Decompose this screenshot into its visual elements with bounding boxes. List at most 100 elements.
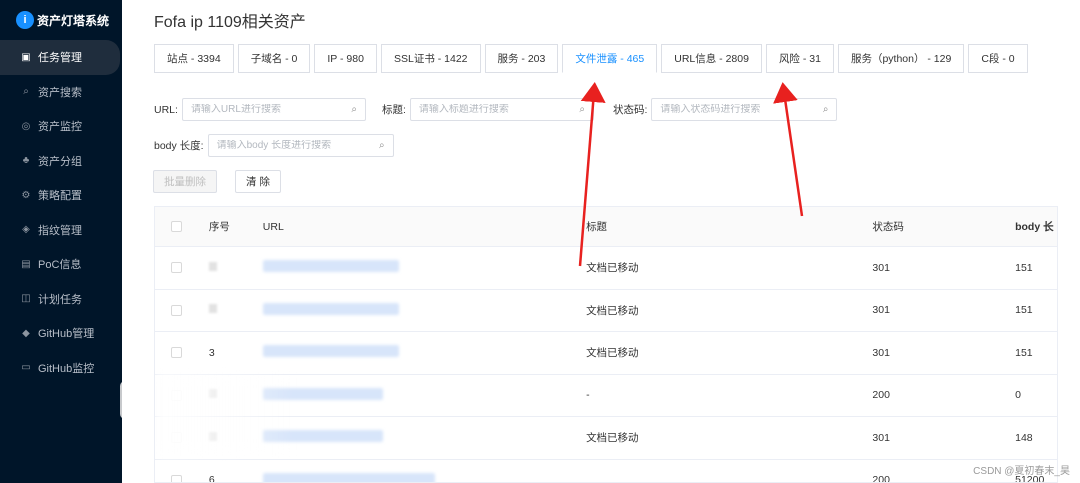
table-row: 3 文档已移动 301 151 (155, 332, 1057, 375)
clear-button[interactable]: 清 除 (235, 170, 281, 193)
fingerprint-icon: ◈ (22, 224, 30, 236)
brand[interactable]: i 资产灯塔系统 (0, 0, 122, 40)
sidebar-item-label: GitHub管理 (38, 328, 95, 341)
row-title: 文档已移动 (586, 432, 639, 445)
row-url-link[interactable] (262, 302, 586, 318)
row-index (199, 304, 263, 316)
tab-subdomains[interactable]: 子域名 - 0 (237, 44, 311, 73)
sidebar-item-label: 资产搜索 (38, 86, 82, 99)
row-checkbox[interactable] (171, 304, 183, 316)
tab-c-segment[interactable]: C段 - 0 (968, 44, 1028, 73)
asset-tabs: 站点 - 3394 子域名 - 0 IP - 980 SSL证书 - 1422 … (154, 44, 1032, 73)
brand-name: 资产灯塔系统 (37, 13, 110, 28)
status-search-input[interactable] (660, 104, 823, 115)
calendar-icon: ◫ (21, 293, 31, 305)
row-url-link[interactable] (262, 387, 586, 403)
row-status: 301 (872, 261, 890, 274)
row-title: 文档已移动 (586, 304, 639, 317)
row-body-length: 0 (1015, 389, 1021, 402)
watermark: CSDN @夏初春末_昊 (973, 466, 1070, 477)
search-icon[interactable]: ⌕ (379, 140, 385, 151)
row-checkbox[interactable] (171, 474, 183, 482)
body-length-filter: body 长度: ⌕ (154, 134, 394, 157)
row-checkbox[interactable] (171, 262, 183, 274)
title-filter-label: 标题: (382, 104, 406, 116)
header-body-length: body 长 (1015, 221, 1054, 233)
status-filter-label: 状态码: (613, 104, 648, 116)
sidebar-item-task-management[interactable]: ▣ 任务管理 (0, 40, 120, 75)
title-search-input[interactable] (418, 104, 580, 115)
row-url-link[interactable] (262, 260, 586, 275)
gear-icon: ⚙ (21, 189, 31, 201)
tab-services-python[interactable]: 服务（python） - 129 (837, 44, 965, 73)
main-content: Fofa ip 1109相关资产 站点 - 3394 子域名 - 0 IP - … (122, 0, 1080, 483)
sidebar-item-github-monitor[interactable]: ▭ GitHub监控 (0, 351, 122, 386)
row-index: 3 (208, 346, 215, 359)
screen-icon: ▭ (21, 362, 31, 374)
sidebar-item-asset-monitor[interactable]: ◎ 资产监控 (0, 109, 122, 144)
sidebar-item-poc-info[interactable]: ▤ PoC信息 (0, 247, 122, 282)
github-icon: ◆ (22, 327, 30, 339)
sidebar-item-label: PoC信息 (38, 259, 82, 272)
title-search-box[interactable]: ⌕ (409, 98, 594, 121)
row-status: 301 (872, 431, 890, 444)
row-checkbox[interactable] (171, 347, 183, 359)
tab-url-info[interactable]: URL信息 - 2809 (661, 44, 762, 73)
sidebar-item-label: 资产分组 (38, 155, 82, 168)
blur-overlay (155, 372, 295, 456)
url-search-input[interactable] (190, 104, 352, 115)
body-length-search-box[interactable]: ⌕ (207, 134, 394, 157)
row-index: 6 (208, 474, 215, 483)
row-body-length: 151 (1015, 261, 1033, 274)
select-all-checkbox[interactable] (171, 221, 183, 232)
status-filter: 状态码: ⌕ (613, 98, 838, 121)
tab-ssl-certs[interactable]: SSL证书 - 1422 (380, 44, 481, 73)
url-search-box[interactable]: ⌕ (181, 98, 366, 121)
row-url-link[interactable] (262, 472, 586, 482)
row-body-length: 151 (1015, 304, 1033, 317)
sidebar-item-scheduled-task[interactable]: ◫ 计划任务 (0, 282, 122, 317)
tab-risk[interactable]: 风险 - 31 (765, 44, 834, 73)
url-filter-label: URL: (154, 103, 178, 116)
sidebar-item-fingerprint[interactable]: ◈ 指纹管理 (0, 213, 122, 248)
sidebar-item-asset-group[interactable]: ♣ 资产分组 (0, 144, 122, 179)
row-url-link[interactable] (262, 345, 586, 360)
sidebar: i 资产灯塔系统 ▣ 任务管理 ⌕ 资产搜索 ◎ 资产监控 ♣ 资产分组 ⚙ 策… (0, 0, 122, 483)
table-row: 文档已移动 301 151 (155, 290, 1057, 332)
row-title: 文档已移动 (586, 347, 639, 360)
sidebar-item-label: GitHub监控 (38, 362, 95, 375)
row-title: 文档已移动 (586, 262, 639, 275)
body-length-search-input[interactable] (216, 140, 379, 151)
row-status: 301 (872, 346, 890, 359)
tab-services[interactable]: 服务 - 203 (484, 44, 559, 73)
url-filter: URL: ⌕ (154, 98, 366, 121)
sidebar-item-policy-config[interactable]: ⚙ 策略配置 (0, 178, 122, 213)
monitor-icon: ◎ (21, 120, 31, 132)
status-search-box[interactable]: ⌕ (651, 98, 838, 121)
search-icon: ⌕ (23, 86, 29, 98)
sidebar-item-asset-search[interactable]: ⌕ 资产搜索 (0, 75, 122, 110)
row-index (199, 261, 263, 274)
row-body-length: 151 (1015, 346, 1033, 359)
header-status: 状态码 (872, 221, 904, 233)
sidebar-item-label: 计划任务 (38, 293, 82, 306)
search-icon[interactable]: ⌕ (823, 104, 829, 115)
table-header: 序号 URL 标题 状态码 body 长 (155, 207, 1057, 247)
row-status: 301 (872, 304, 890, 317)
lighthouse-logo-icon: i (16, 11, 34, 29)
header-url: URL (262, 220, 284, 233)
batch-delete-button[interactable]: 批量删除 (153, 170, 217, 193)
sidebar-item-github-management[interactable]: ◆ GitHub管理 (0, 316, 122, 351)
tab-file-leak[interactable]: 文件泄露 - 465 (562, 44, 658, 73)
tab-ip[interactable]: IP - 980 (314, 44, 377, 73)
search-icon[interactable]: ⌕ (579, 104, 585, 115)
file-leak-table: 序号 URL 标题 状态码 body 长 文档已移动 301 151 文档已移动… (154, 206, 1058, 483)
search-icon[interactable]: ⌕ (351, 104, 357, 115)
sidebar-item-label: 策略配置 (38, 190, 82, 203)
row-url-link[interactable] (262, 430, 586, 445)
tab-sites[interactable]: 站点 - 3394 (154, 44, 234, 73)
sidebar-item-label: 资产监控 (38, 121, 82, 134)
body-length-filter-label: body 长度: (154, 140, 204, 152)
table-row: 6 200 51200 (155, 460, 1057, 483)
row-status: 200 (872, 389, 890, 402)
